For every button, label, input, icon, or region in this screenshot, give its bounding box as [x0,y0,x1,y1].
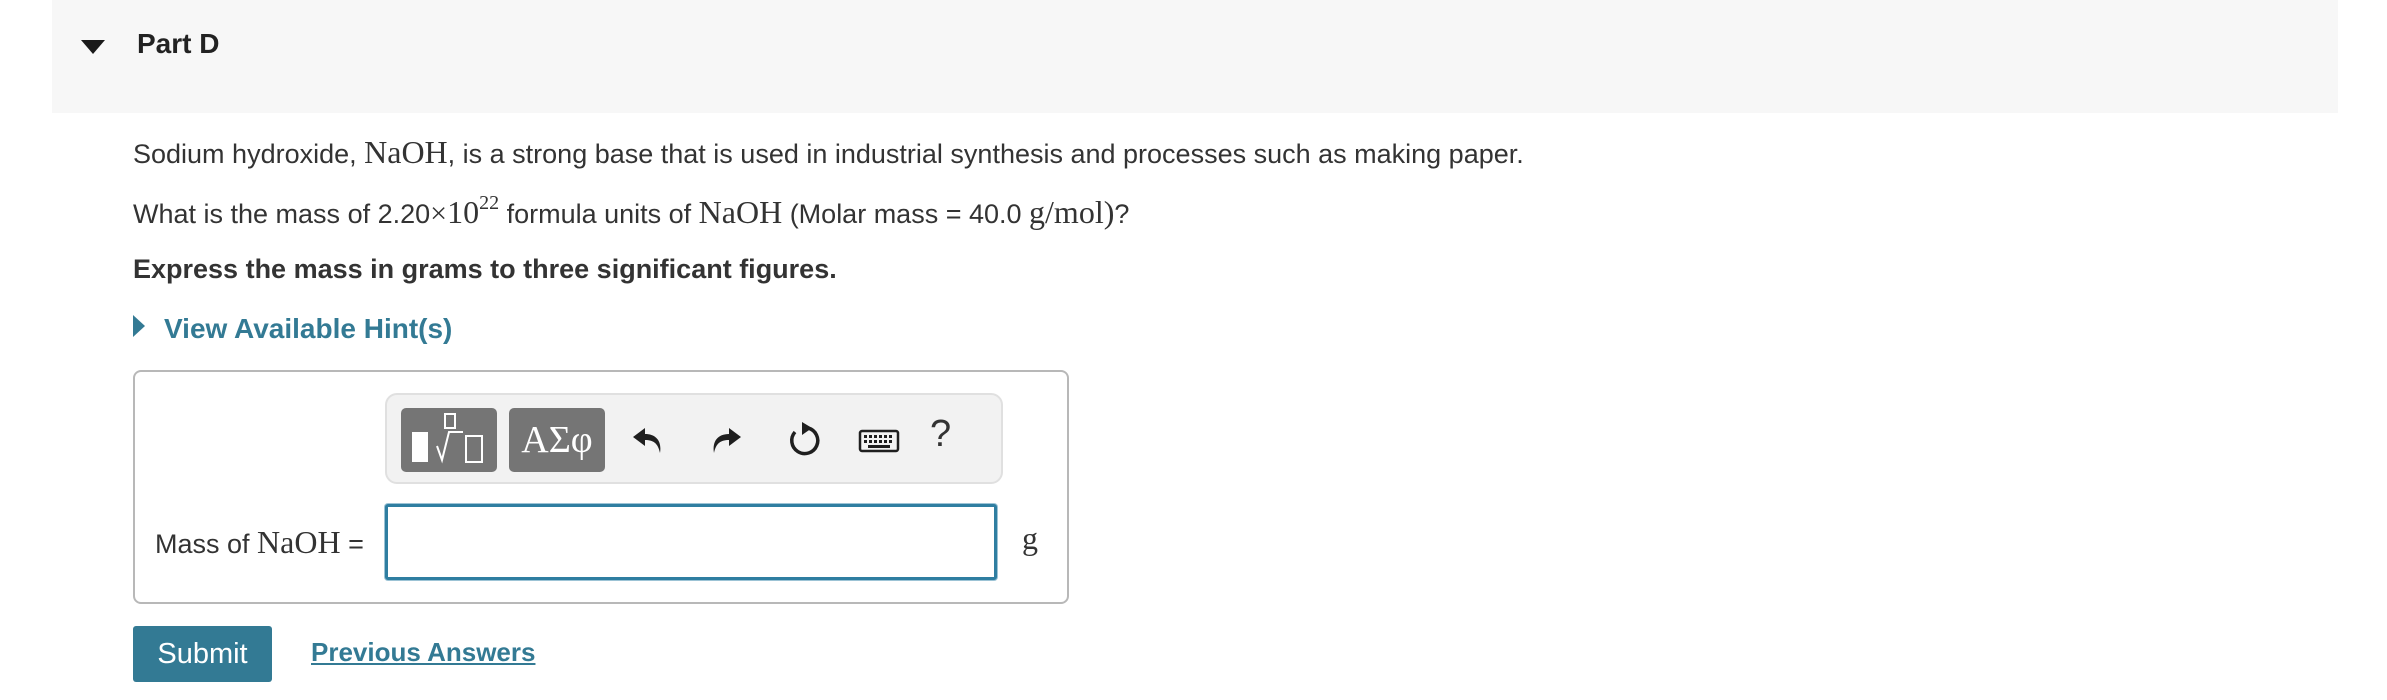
caret-right-icon[interactable] [132,314,146,338]
question-prompt: What is the mass of 2.20×1022 formula un… [133,192,1130,231]
undo-icon[interactable] [627,419,669,461]
mass-answer-input[interactable] [385,504,997,580]
prompt-text-post: ? [1114,199,1130,229]
part-header[interactable]: Part D [52,0,2338,113]
previous-answers-link[interactable]: Previous Answers [311,637,535,668]
caret-down-icon[interactable] [80,38,106,56]
reset-icon[interactable] [783,419,825,461]
answer-box: ΑΣφ ? Mass of NaOH = g [133,370,1069,604]
prompt-text-mid: formula units of [499,199,699,229]
redo-icon[interactable] [705,419,747,461]
prompt-text-pre: What is the mass of 2.20 [133,199,431,229]
power-base: 10 [447,194,480,230]
answer-label-equals: = [340,529,364,559]
keyboard-icon[interactable] [857,419,901,461]
help-button[interactable]: ? [930,413,951,456]
math-toolbar: ΑΣφ ? [385,393,1003,484]
answer-unit: g [1022,520,1038,556]
times-sign: × [430,197,448,230]
view-hints-link[interactable]: View Available Hint(s) [164,313,452,345]
greek-symbols-button[interactable]: ΑΣφ [509,408,605,472]
answer-label-formula: NaOH [257,524,341,560]
question-intro: Sodium hydroxide, NaOH, is a strong base… [133,134,1524,171]
power-exponent: 22 [479,192,500,214]
fraction-sqrt-template-icon [412,413,483,464]
part-title: Part D [137,28,220,59]
templates-button[interactable] [401,408,497,472]
molar-mass-unit: g/mol) [1029,194,1115,230]
instruction-text: Express the mass in grams to three signi… [133,254,837,284]
answer-label-pre: Mass of [155,529,258,559]
submit-button[interactable]: Submit [133,626,272,682]
intro-text-post: , is a strong base that is used in indus… [447,139,1524,169]
prompt-formula: NaOH [698,194,783,230]
intro-formula: NaOH [364,134,448,170]
intro-text-pre: Sodium hydroxide, [133,139,365,169]
answer-label: Mass of NaOH = [155,524,364,561]
molar-mass-text: (Molar mass = 40.0 [782,199,1030,229]
